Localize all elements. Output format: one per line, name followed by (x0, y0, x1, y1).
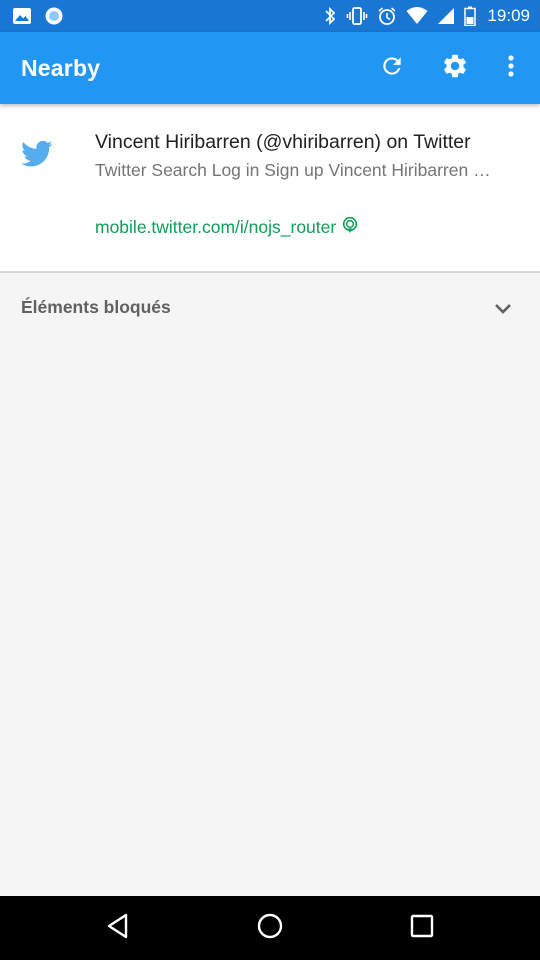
signal-icon (437, 6, 455, 26)
navigation-bar (0, 896, 540, 960)
status-right-icons: 19:09 (323, 6, 530, 26)
more-options-button[interactable] (493, 50, 529, 86)
back-button[interactable] (100, 910, 136, 946)
twitter-bird-icon (21, 140, 53, 173)
app-bar: Nearby (0, 32, 540, 104)
page-title: Nearby (21, 55, 101, 81)
wifi-icon (406, 6, 428, 26)
nearby-item-snippet: Twitter Search Log in Sign up Vincent Hi… (95, 160, 491, 180)
blocked-items-toggle[interactable]: Éléments bloqués (0, 284, 540, 332)
home-button[interactable] (252, 910, 288, 946)
refresh-button[interactable] (374, 50, 410, 86)
blocked-items-label: Éléments bloqués (21, 297, 171, 317)
chevron-down-icon (492, 301, 514, 320)
refresh-icon (379, 53, 405, 84)
nearby-item-card[interactable] (0, 104, 540, 273)
image-icon (12, 6, 32, 26)
beacon-icon (342, 216, 358, 239)
settings-button[interactable] (437, 50, 473, 86)
status-bar: 19:09 (0, 0, 540, 32)
more-vert-icon (506, 53, 516, 84)
recents-button[interactable] (404, 910, 440, 946)
recents-icon (409, 913, 435, 944)
alarm-icon (377, 6, 397, 26)
status-time: 19:09 (487, 6, 530, 25)
battery-icon (464, 6, 477, 26)
home-icon (256, 912, 284, 945)
nearby-item-url[interactable]: mobile.twitter.com/i/nojs_router (95, 217, 336, 238)
record-icon (44, 6, 64, 26)
gear-icon (441, 52, 469, 85)
status-left-icons (12, 6, 64, 26)
vibrate-icon (346, 6, 368, 26)
nearby-item-url-row[interactable]: mobile.twitter.com/i/nojs_router (95, 216, 358, 239)
bluetooth-icon (323, 6, 337, 26)
back-icon (105, 912, 131, 945)
nearby-item-title[interactable]: Vincent Hiribarren (@vhiribarren) on Twi… (95, 131, 525, 154)
